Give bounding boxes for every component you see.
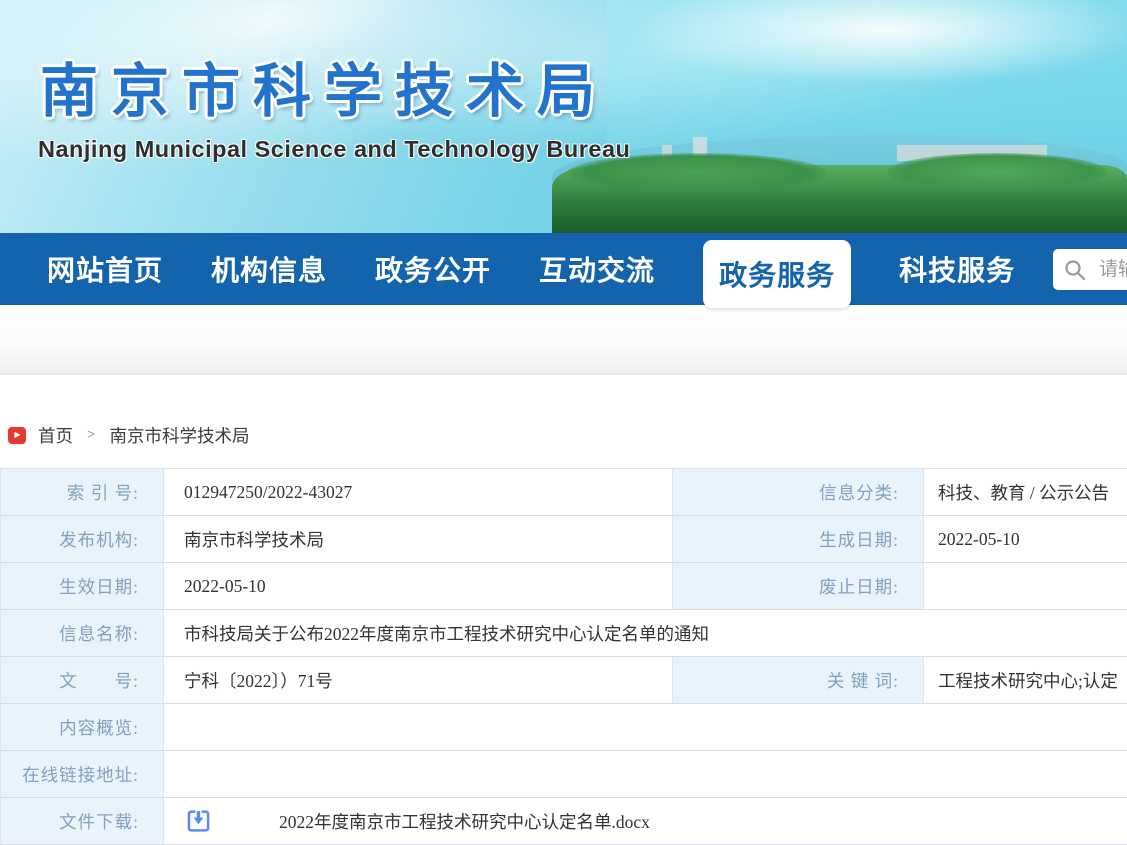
keywords-value: 工程技术研究中心;认定 xyxy=(924,657,1127,704)
table-row: 在线链接地址: xyxy=(1,751,1127,798)
online-link-label: 在线链接地址: xyxy=(1,751,164,798)
doc-number-label: 文 号: xyxy=(1,657,164,704)
table-row: 生效日期: 2022-05-10 废止日期: xyxy=(1,563,1127,610)
banner-cloud xyxy=(607,0,1127,90)
created-date-label: 生成日期: xyxy=(673,516,924,563)
info-name-value: 市科技局关于公布2022年度南京市工程技术研究中心认定名单的通知 xyxy=(164,610,1127,657)
breadcrumb-home-icon: ▶ xyxy=(8,427,26,444)
index-number-value: 012947250/2022-43027 xyxy=(164,469,673,516)
header-banner: 南京市科学技术局 Nanjing Municipal Science and T… xyxy=(0,0,1127,233)
publisher-label: 发布机构: xyxy=(1,516,164,563)
repeal-date-value xyxy=(924,563,1127,610)
table-row: 信息名称: 市科技局关于公布2022年度南京市工程技术研究中心认定名单的通知 xyxy=(1,610,1127,657)
site-title-chinese: 南京市科学技术局 xyxy=(40,44,608,128)
table-row: 文件下载: 2022年度南京市工程技术研究中心认定名单.docx xyxy=(1,798,1127,845)
main-nav: 网站首页 机构信息 政务公开 互动交流 政务服务 科技服务 xyxy=(0,233,1127,305)
nav-item-organization[interactable]: 机构信息 xyxy=(211,249,327,289)
index-number-label: 索 引 号: xyxy=(1,469,164,516)
effective-date-value: 2022-05-10 xyxy=(164,563,673,610)
info-category-label: 信息分类: xyxy=(673,469,924,516)
keywords-label: 关 键 词: xyxy=(673,657,924,704)
nav-item-tech-services[interactable]: 科技服务 xyxy=(899,249,1015,289)
info-name-label: 信息名称: xyxy=(1,610,164,657)
nav-item-gov-disclosure[interactable]: 政务公开 xyxy=(375,249,491,289)
publisher-value: 南京市科学技术局 xyxy=(164,516,673,563)
nav-item-home[interactable]: 网站首页 xyxy=(47,249,163,289)
breadcrumb: ▶ 首页 > 南京市科学技术局 xyxy=(0,375,1127,447)
banner-trees xyxy=(887,153,1107,191)
table-row: 发布机构: 南京市科学技术局 生成日期: 2022-05-10 xyxy=(1,516,1127,563)
online-link-value xyxy=(164,751,1127,798)
file-download-label: 文件下载: xyxy=(1,798,164,845)
table-row: 索 引 号: 012947250/2022-43027 信息分类: 科技、教育 … xyxy=(1,469,1127,516)
content-overview-label: 内容概览: xyxy=(1,704,164,751)
nav-item-gov-services-active[interactable]: 政务服务 xyxy=(703,240,851,308)
repeal-date-label: 废止日期: xyxy=(673,563,924,610)
download-file-link[interactable]: 2022年度南京市工程技术研究中心认定名单.docx xyxy=(279,809,650,834)
doc-number-value: 宁科〔2022〕）71号 xyxy=(164,657,673,704)
info-category-value: 科技、教育 / 公示公告 xyxy=(924,469,1127,516)
download-icon[interactable] xyxy=(186,809,211,834)
subnav-strip xyxy=(0,305,1127,375)
search-box[interactable] xyxy=(1053,249,1127,290)
nav-item-interaction[interactable]: 互动交流 xyxy=(539,249,655,289)
content-overview-value xyxy=(164,704,1127,751)
search-input[interactable] xyxy=(1099,259,1127,281)
breadcrumb-home-link[interactable]: 首页 xyxy=(38,423,73,448)
search-icon xyxy=(1063,258,1087,282)
site-title-english: Nanjing Municipal Science and Technology… xyxy=(38,136,630,163)
breadcrumb-current: 南京市科学技术局 xyxy=(109,423,249,448)
table-row: 内容概览: xyxy=(1,704,1127,751)
created-date-value: 2022-05-10 xyxy=(924,516,1127,563)
document-info-table: 索 引 号: 012947250/2022-43027 信息分类: 科技、教育 … xyxy=(0,468,1127,845)
breadcrumb-separator: > xyxy=(87,427,95,444)
effective-date-label: 生效日期: xyxy=(1,563,164,610)
table-row: 文 号: 宁科〔2022〕）71号 关 键 词: 工程技术研究中心;认定 xyxy=(1,657,1127,704)
